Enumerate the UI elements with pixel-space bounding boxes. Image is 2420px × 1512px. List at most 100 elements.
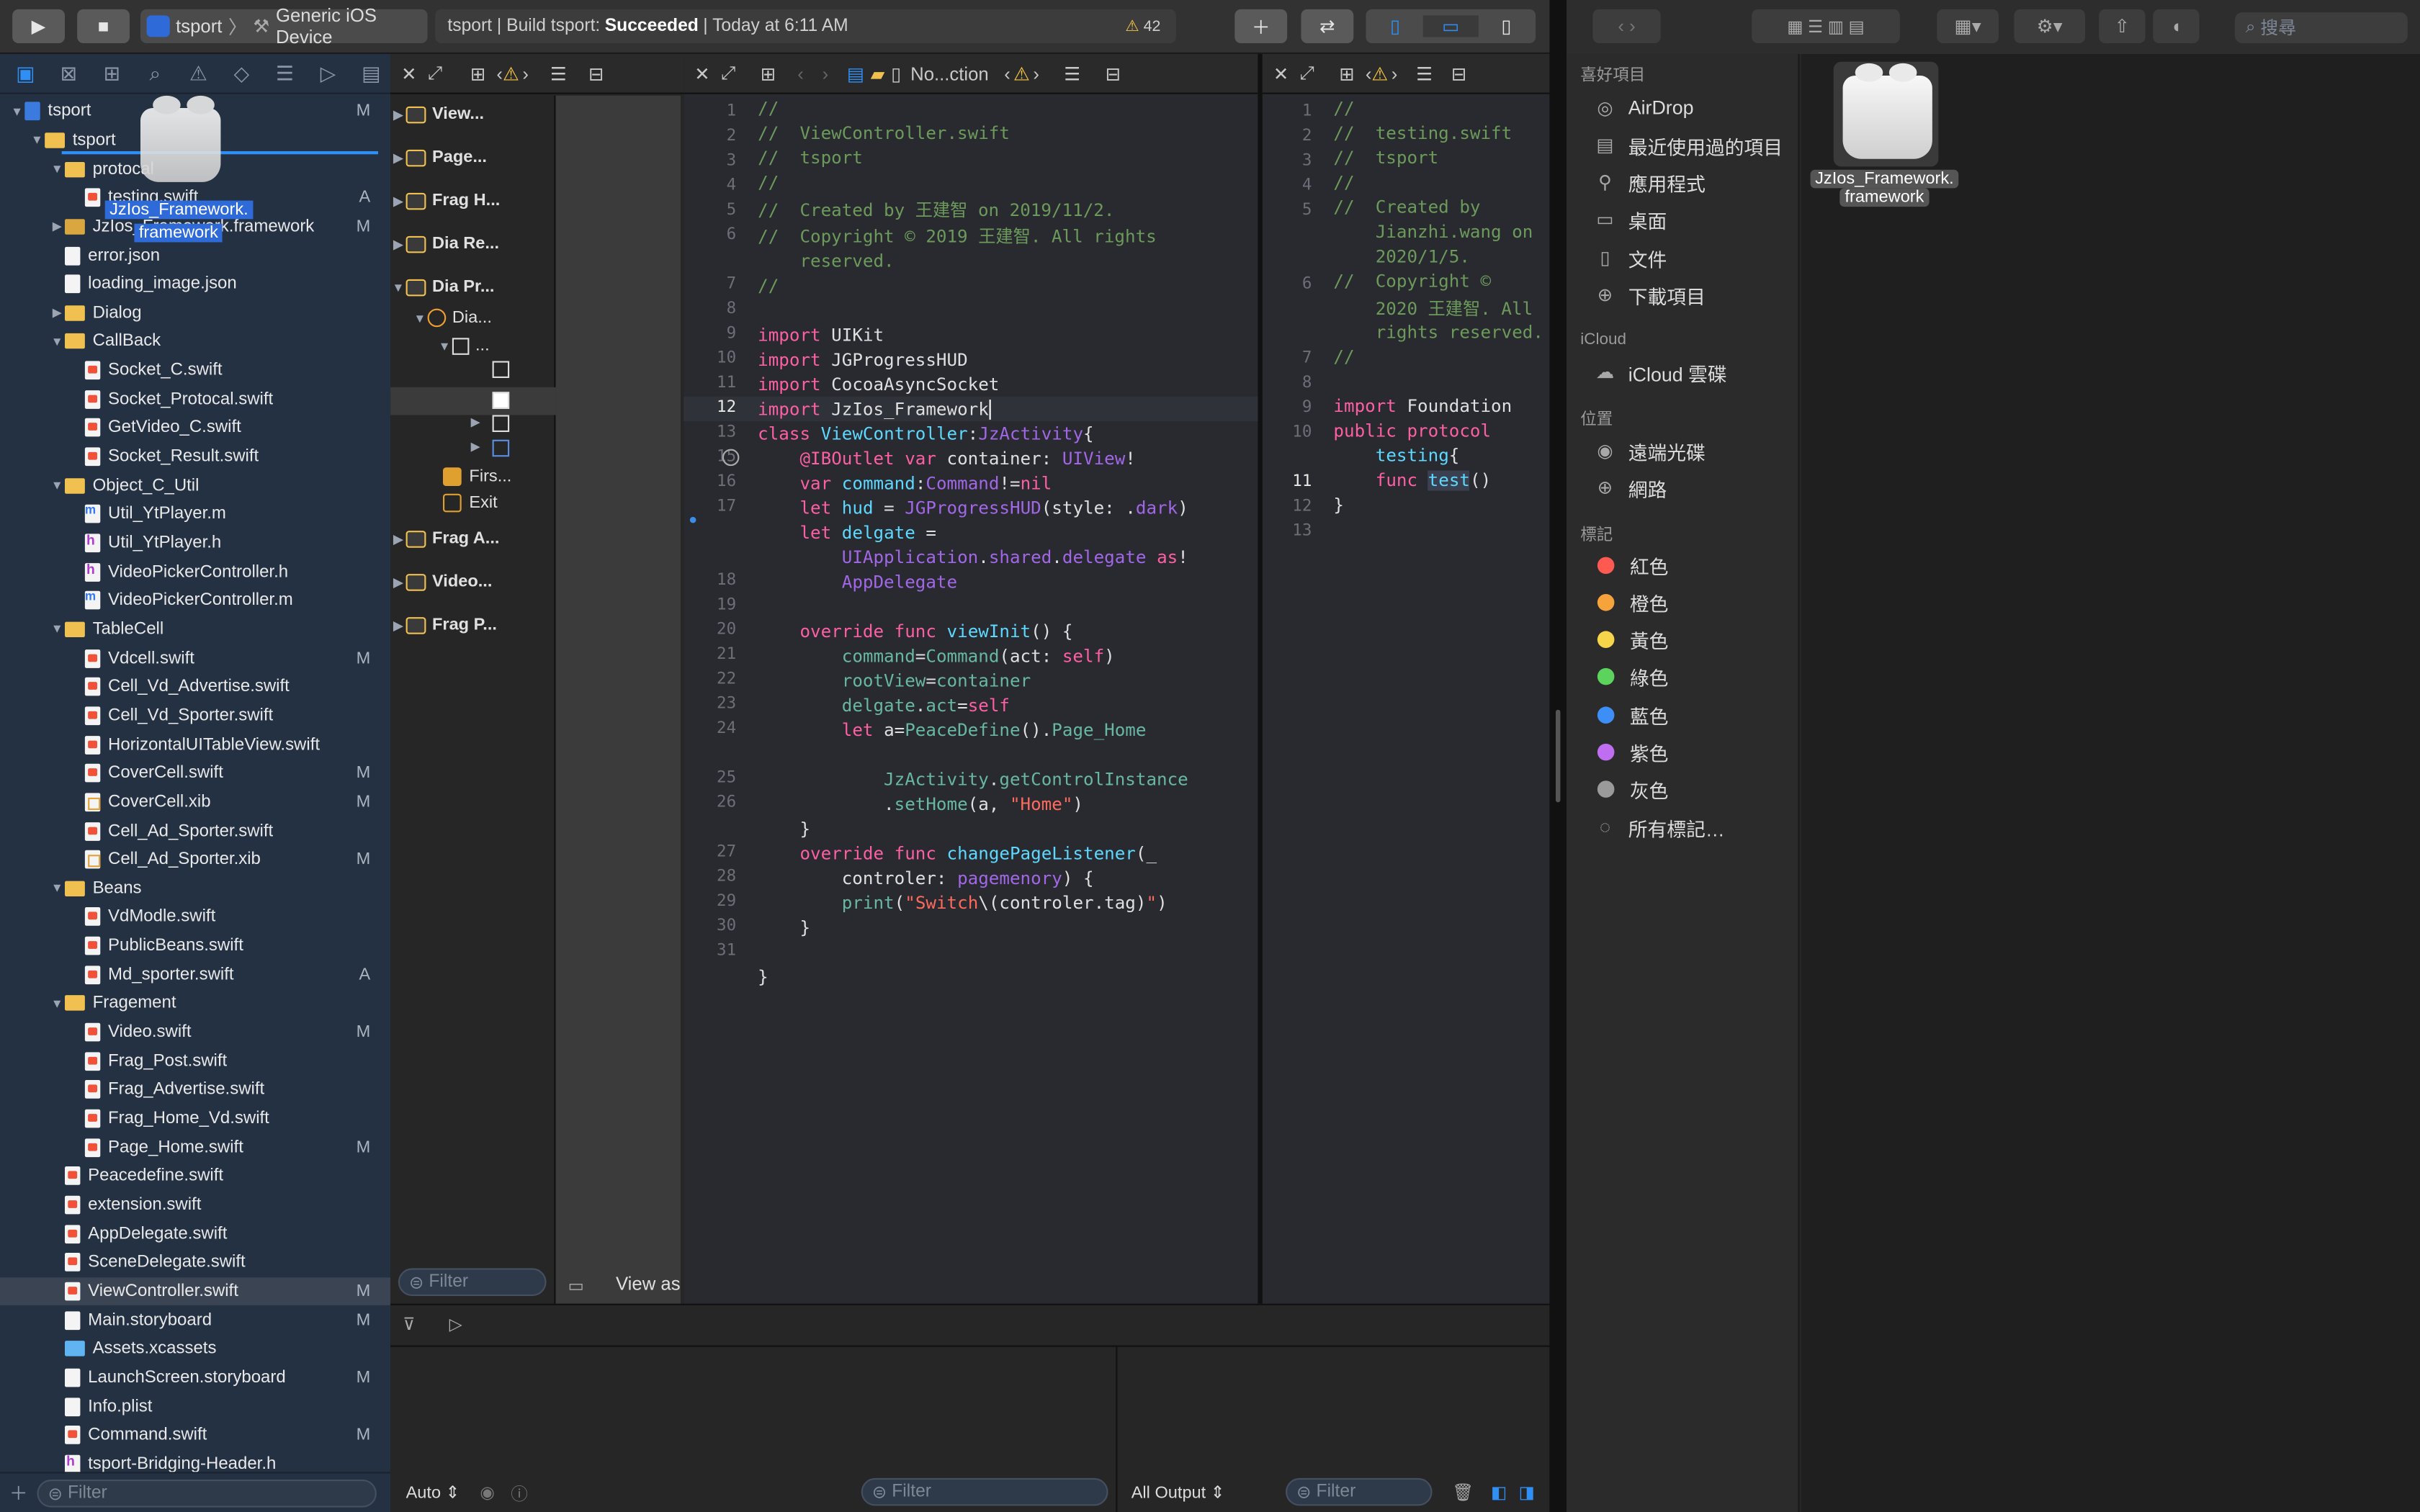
disclosure-icon[interactable]: ▼	[436, 338, 452, 352]
line-number[interactable]: 9	[1253, 398, 1312, 417]
line-number[interactable]: 6	[1253, 274, 1312, 293]
tree-item[interactable]: Frag_Home_Vd.swift	[0, 1104, 390, 1133]
disclosure-icon[interactable]: ▼	[50, 881, 65, 895]
tree-item[interactable]: ▼ Fragement	[0, 989, 390, 1018]
tree-item[interactable]: VdModle.swift	[0, 903, 390, 932]
code-review-button[interactable]: ⇄	[1301, 9, 1354, 43]
tree-item[interactable]: LaunchScreen.storyboard M	[0, 1363, 390, 1392]
tree-item[interactable]: VideoPickerController.m	[0, 586, 390, 615]
split-left-icon[interactable]: ◧	[1491, 1482, 1507, 1503]
line-number[interactable]: 31	[678, 941, 736, 960]
sidebar-item-applications[interactable]: ⚲ 應用程式	[1592, 166, 1706, 197]
split-icon[interactable]: ⊟	[1106, 63, 1121, 84]
tree-item[interactable]: VideoPickerController.h	[0, 557, 390, 586]
tree-item[interactable]: ▼ Beans	[0, 874, 390, 903]
disclosure-icon[interactable]: ▼	[50, 623, 65, 636]
line-number[interactable]: 7	[678, 274, 737, 293]
tree-item[interactable]: CoverCell.xib M	[0, 788, 390, 816]
expand-icon[interactable]: ⤢	[721, 62, 736, 85]
tree-item[interactable]: Cell_Ad_Sporter.xib M	[0, 845, 390, 874]
file-name[interactable]: JzIos_Framework. framework	[1810, 169, 1959, 207]
disclosure-icon[interactable]: ▼	[412, 311, 427, 325]
breadcrumb-symbol[interactable]: No...ction	[910, 63, 989, 84]
tree-item[interactable]: loading_image.json	[0, 270, 390, 299]
sidebar-item-network[interactable]: ⊕ 網路	[1592, 472, 1667, 503]
sidebar-tag-item[interactable]: 藍色	[1592, 699, 1668, 730]
disclosure-icon[interactable]: ▶	[471, 440, 480, 454]
disclosure-icon[interactable]: ▶	[390, 194, 405, 207]
tree-item[interactable]: Util_YtPlayer.h	[0, 528, 390, 557]
outline-filter[interactable]: ⊜ Filter	[398, 1268, 547, 1296]
line-number[interactable]: 27	[678, 842, 736, 861]
share-icon[interactable]: ⇧	[2099, 9, 2146, 43]
disclosure-icon[interactable]: ▼	[50, 335, 65, 348]
tree-item[interactable]: Frag_Advertise.swift	[0, 1076, 390, 1104]
line-number[interactable]: 22	[678, 670, 736, 688]
search-input[interactable]: ⌕ 搜尋	[2234, 12, 2408, 43]
tree-item[interactable]: Page_Home.swift M	[0, 1133, 390, 1162]
gear-icon[interactable]: ⚙▾	[2014, 9, 2085, 43]
chevron-right-icon[interactable]: ›	[522, 63, 529, 84]
tree-item[interactable]: ▶ Dialog	[0, 299, 390, 328]
issue-icon[interactable]: ⚠	[182, 61, 215, 86]
outline-item[interactable]: Dia Pr...	[432, 278, 494, 297]
line-number[interactable]: 11	[678, 374, 736, 392]
outline-item[interactable]: Video...	[432, 572, 492, 591]
tree-item[interactable]: Md_sporter.swift A	[0, 960, 390, 989]
tree-item[interactable]: SceneDelegate.swift	[0, 1248, 390, 1277]
sidebar-tag-item[interactable]: 灰色	[1592, 774, 1668, 805]
trash-icon[interactable]: 🗑	[1452, 1482, 1474, 1503]
sidebar-item-remote-disc[interactable]: ◉ 遠端光碟	[1592, 435, 1706, 466]
sidebar-item-desktop[interactable]: ▭ 桌面	[1592, 204, 1667, 235]
tree-item[interactable]: GetVideo_C.swift	[0, 414, 390, 443]
tree-item[interactable]: Socket_Result.swift	[0, 443, 390, 472]
line-number[interactable]: 9	[678, 324, 737, 343]
outline-item[interactable]: Exit	[469, 494, 497, 513]
chevron-left-icon[interactable]: ‹	[496, 63, 503, 84]
line-number[interactable]: 1	[678, 102, 737, 120]
lines-icon[interactable]: ☰	[550, 63, 567, 84]
tree-item[interactable]: ▼ CallBack	[0, 328, 390, 356]
lines-icon[interactable]: ☰	[1064, 63, 1080, 84]
disclosure-icon[interactable]: ▼	[50, 479, 65, 492]
canvas-area[interactable]	[555, 95, 681, 1304]
chevron-right-icon[interactable]: ›	[1033, 63, 1039, 84]
stop-button[interactable]: ■	[77, 9, 130, 43]
line-number[interactable]: 13	[678, 423, 736, 441]
outline-item[interactable]: ...	[475, 336, 490, 355]
view-mode-selector[interactable]: ▦ ☰ ▥ ▤	[1752, 9, 1900, 43]
tree-item[interactable]: Video.swift M	[0, 1018, 390, 1047]
line-number[interactable]: 28	[678, 867, 736, 886]
tree-item[interactable]: Util_YtPlayer.m	[0, 500, 390, 528]
line-number[interactable]: 2	[1253, 127, 1312, 145]
run-button[interactable]: ▶	[12, 9, 66, 43]
outline-item[interactable]: Dia...	[452, 309, 492, 328]
outline-selected-row[interactable]	[390, 387, 556, 415]
warning-badge[interactable]: ⚠ 42	[1125, 18, 1160, 35]
disclosure-icon[interactable]: ▶	[390, 575, 405, 588]
chevron-right-icon[interactable]: ›	[1392, 63, 1398, 84]
disclosure-icon[interactable]: ▼	[390, 280, 405, 294]
info-icon[interactable]: ⓘ	[511, 1480, 528, 1505]
back-forward-button[interactable]: ‹ ›	[1592, 9, 1661, 43]
tree-item[interactable]: ViewController.swift M	[0, 1277, 391, 1306]
line-number[interactable]: 8	[1253, 374, 1312, 392]
line-number[interactable]: 23	[678, 694, 736, 713]
line-number[interactable]: 2	[678, 127, 737, 145]
close-icon[interactable]: ✕	[1273, 63, 1289, 84]
tree-item[interactable]: Command.swift M	[0, 1421, 390, 1449]
grid-icon[interactable]: ⊞	[470, 63, 486, 84]
close-icon[interactable]: ✕	[694, 63, 710, 84]
line-number[interactable]: 16	[678, 472, 736, 491]
navigator-filter[interactable]: ⊜ Filter	[37, 1478, 377, 1507]
library-button[interactable]: ＋	[1234, 9, 1288, 43]
outlet-connection-icon[interactable]	[722, 449, 740, 467]
line-number[interactable]: 21	[678, 645, 736, 664]
disclosure-icon[interactable]: ▶	[390, 107, 405, 121]
close-icon[interactable]: ✕	[401, 63, 417, 84]
test-icon[interactable]: ◇	[225, 61, 258, 86]
grid-icon[interactable]: ⊞	[761, 63, 776, 84]
chevron-right-icon[interactable]: ›	[823, 63, 829, 84]
sidebar-item-recents[interactable]: ▤ 最近使用過的項目	[1592, 130, 1783, 161]
disclosure-icon[interactable]: ▶	[390, 531, 405, 545]
